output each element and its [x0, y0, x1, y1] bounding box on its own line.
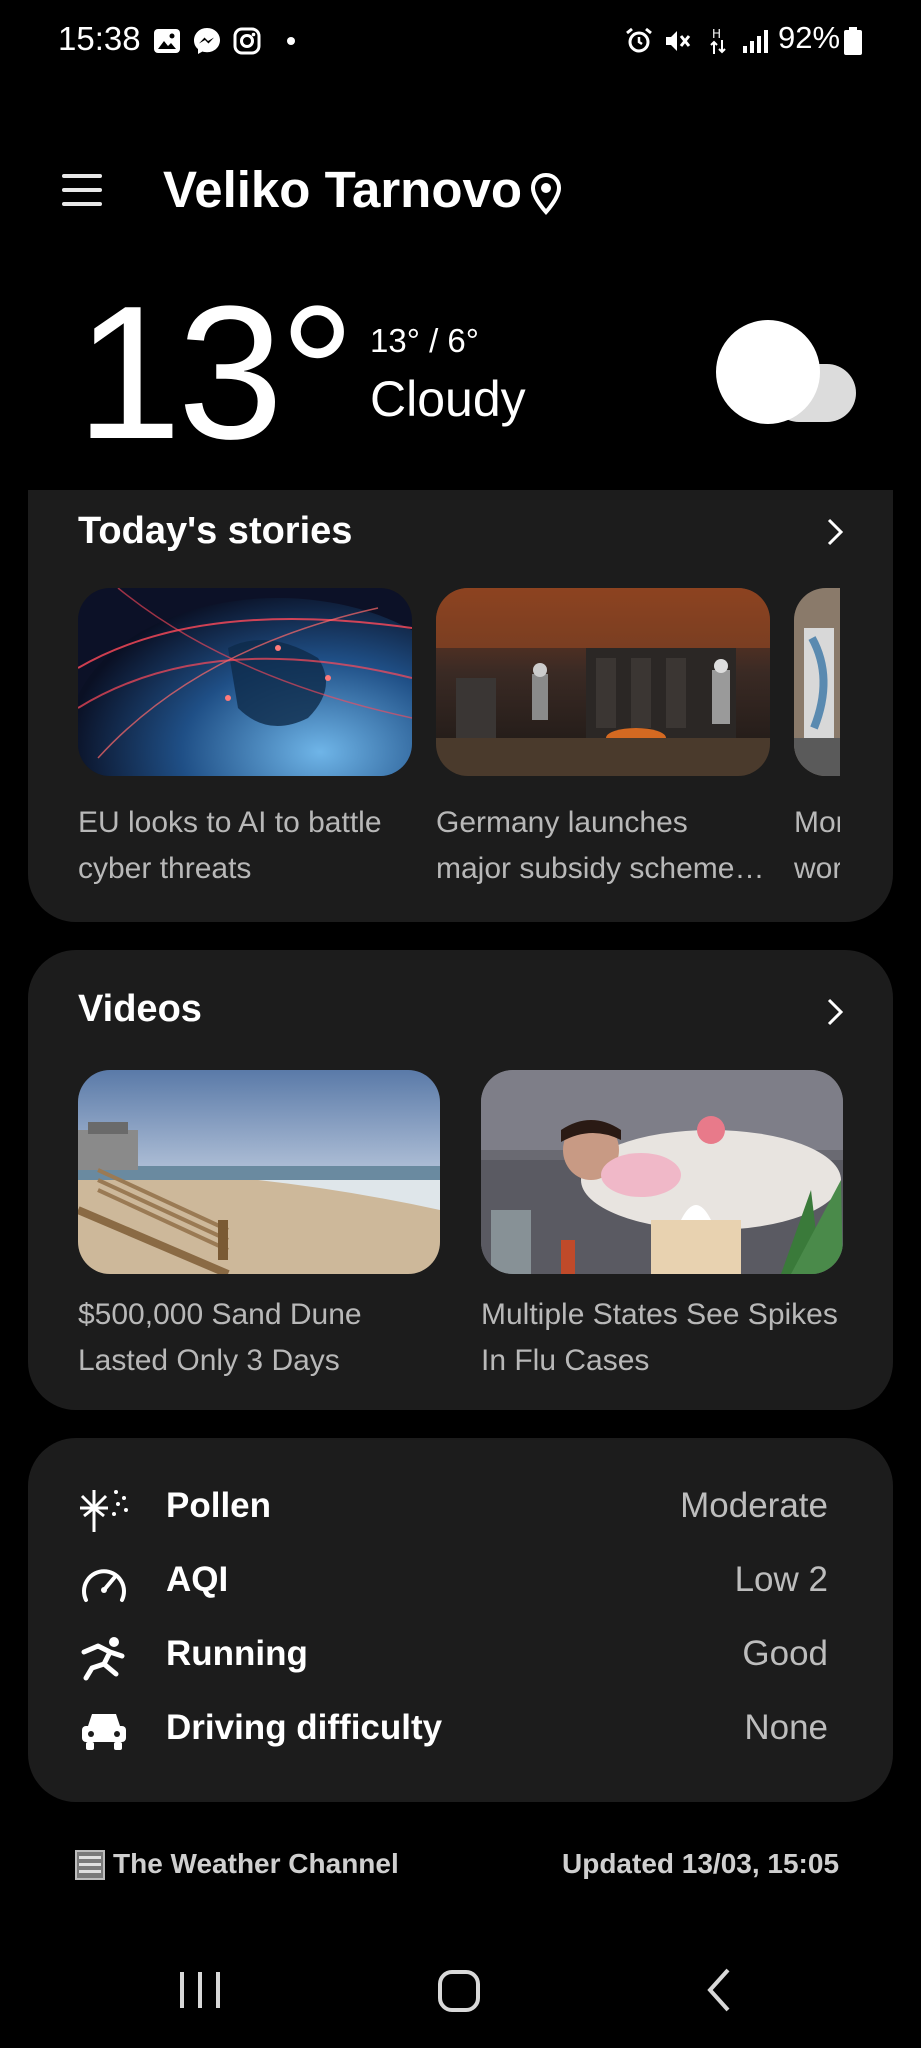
location-pin-icon[interactable]: [528, 172, 564, 216]
home-icon[interactable]: [428, 1960, 488, 2020]
stories-title: Today's stories: [78, 510, 353, 552]
car-icon: [82, 1714, 126, 1750]
story-1-line2: cyber threats: [78, 852, 252, 885]
story-thumbnail-3[interactable]: [794, 588, 840, 776]
video-thumbnail-2[interactable]: [481, 1070, 843, 1274]
weather-provider[interactable]: The Weather Channel: [113, 1848, 399, 1880]
video-headline-2[interactable]: Multiple States See Spikes In Flu Cases: [481, 1292, 851, 1384]
alarm-icon: [626, 27, 652, 53]
gauge-icon: [82, 1569, 126, 1602]
videos-title: Videos: [78, 988, 202, 1030]
recent-apps-icon[interactable]: [170, 1960, 230, 2020]
detail-row-running[interactable]: Running Good: [78, 1626, 828, 1690]
mute-icon: [666, 31, 691, 51]
video-image-beach: [78, 1070, 440, 1274]
story-headline-2[interactable]: Germany launches major subsidy scheme…: [436, 800, 766, 892]
videos-card: Videos $500,000 Sand Dune Lasted Only 3 …: [28, 950, 893, 1410]
running-value: Good: [742, 1634, 828, 1673]
story-thumbnail-1[interactable]: [78, 588, 412, 776]
story-thumbnail-2[interactable]: [436, 588, 770, 776]
gallery-icon: [154, 29, 180, 53]
story-2-line1: Germany launches: [436, 806, 688, 839]
weather-channel-logo-icon[interactable]: [75, 1850, 105, 1880]
high-low-temperature: 13° / 6°: [370, 322, 479, 359]
stories-card: Today's stories EU looks to AI to battle…: [28, 490, 893, 922]
weather-condition: Cloudy: [370, 371, 526, 427]
current-temperature: 13°: [76, 267, 355, 479]
video-thumbnail-1[interactable]: [78, 1070, 440, 1274]
story-headline-1[interactable]: EU looks to AI to battle cyber threats: [78, 800, 408, 892]
video-1-line1: $500,000 Sand Dune: [78, 1298, 362, 1331]
running-label: Running: [166, 1634, 308, 1673]
story-2-line2: major subsidy scheme…: [436, 852, 765, 885]
menu-icon[interactable]: [58, 168, 106, 212]
stories-chevron-right-icon[interactable]: [823, 514, 847, 550]
story-headline-3[interactable]: Mor wor: [794, 800, 840, 892]
video-1-line2: Lasted Only 3 Days: [78, 1344, 340, 1377]
video-headline-1[interactable]: $500,000 Sand Dune Lasted Only 3 Days: [78, 1292, 448, 1384]
aqi-label: AQI: [166, 1560, 229, 1599]
video-image-flu: [481, 1070, 843, 1274]
signal-icon: [743, 30, 768, 53]
video-2-line1: Multiple States See Spikes: [481, 1298, 838, 1331]
story-3-line1: Mor: [794, 806, 840, 839]
back-icon[interactable]: [690, 1960, 750, 2020]
story-image-earth: [78, 588, 412, 776]
videos-chevron-right-icon[interactable]: [823, 994, 847, 1030]
updated-timestamp: Updated 13/03, 15:05: [562, 1848, 840, 1879]
pollen-label: Pollen: [166, 1486, 272, 1525]
location-title[interactable]: Veliko Tarnovo: [163, 160, 522, 219]
data-h-icon: H: [710, 27, 726, 54]
story-1-line1: EU looks to AI to battle: [78, 806, 382, 839]
detail-row-aqi[interactable]: AQI Low 2: [78, 1552, 828, 1616]
driving-value: None: [744, 1708, 828, 1747]
pollen-icon: [80, 1490, 128, 1532]
video-2-line2: In Flu Cases: [481, 1344, 650, 1377]
status-time: 15:38: [58, 20, 141, 57]
battery-icon: [844, 27, 862, 55]
dot-icon: [287, 37, 295, 45]
detail-row-driving[interactable]: Driving difficulty None: [78, 1700, 828, 1764]
running-icon: [81, 1637, 125, 1681]
story-image-factory: [436, 588, 770, 776]
instagram-icon: [233, 27, 261, 55]
battery-percent: 92%: [778, 20, 841, 55]
svg-text:H: H: [712, 27, 721, 41]
story-3-line2: wor: [794, 852, 840, 885]
story-image-building: [794, 588, 840, 776]
detail-row-pollen[interactable]: Pollen Moderate: [78, 1478, 828, 1542]
aqi-value: Low 2: [734, 1560, 828, 1599]
pollen-value: Moderate: [680, 1486, 828, 1525]
status-bar: 15:38 H 92%: [0, 0, 921, 84]
cloud-icon: [716, 320, 856, 424]
driving-label: Driving difficulty: [166, 1708, 443, 1747]
messenger-icon: [194, 28, 220, 54]
